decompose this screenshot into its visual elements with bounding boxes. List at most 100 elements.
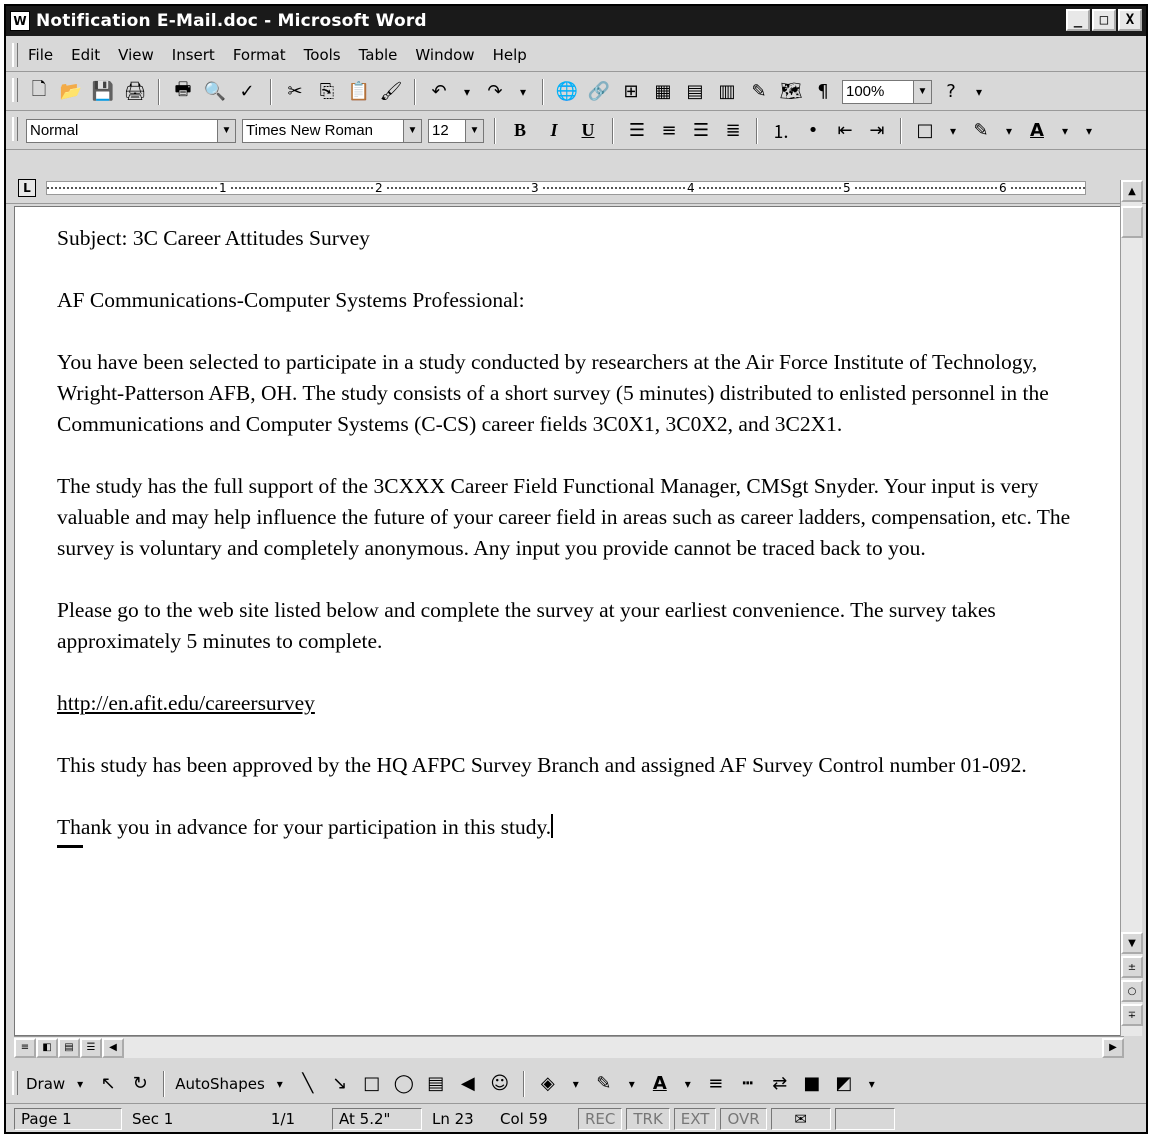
open-icon[interactable]: 📂: [58, 79, 84, 105]
select-objects-icon[interactable]: ↖: [95, 1071, 121, 1097]
free-rotate-icon[interactable]: ↻: [127, 1071, 153, 1097]
drawing-icon[interactable]: ✎: [746, 79, 772, 105]
fill-color-icon[interactable]: ◈: [535, 1071, 561, 1097]
font-color-icon[interactable]: A: [647, 1071, 673, 1097]
toolbar-options-icon[interactable]: ▾: [863, 1071, 881, 1097]
ruler-strip[interactable]: 1 2 3 4 5 6: [46, 181, 1086, 195]
increase-indent-icon[interactable]: ⇥: [864, 118, 890, 144]
spelling-status-icon[interactable]: ✉: [770, 1108, 831, 1130]
zoom-combo[interactable]: 100% ▼: [842, 79, 932, 104]
chevron-down-icon[interactable]: ▾: [71, 1071, 89, 1097]
line-color-icon[interactable]: ✎: [591, 1071, 617, 1097]
chevron-down-icon[interactable]: ▾: [679, 1071, 697, 1097]
toolbar-options-icon[interactable]: ▾: [1080, 118, 1098, 144]
3d-icon[interactable]: ◩: [831, 1071, 857, 1097]
chevron-down-icon[interactable]: ▼: [217, 119, 235, 142]
line-icon[interactable]: ╲: [295, 1071, 321, 1097]
hyperlink-icon[interactable]: 🔗: [586, 79, 612, 105]
status-rec[interactable]: REC: [578, 1108, 623, 1130]
help-icon[interactable]: ?: [938, 79, 964, 105]
underline-button[interactable]: U: [574, 118, 602, 144]
wordart-icon[interactable]: ◀: [455, 1071, 481, 1097]
paste-icon[interactable]: 📋: [346, 79, 372, 105]
clip-art-icon[interactable]: ☺: [487, 1071, 513, 1097]
autoshapes-menu[interactable]: AutoShapes: [175, 1075, 265, 1093]
toolbar-options-icon[interactable]: ▾: [970, 79, 988, 105]
menu-tools[interactable]: Tools: [302, 44, 343, 66]
arrow-icon[interactable]: ↘: [327, 1071, 353, 1097]
maximize-button[interactable]: □: [1092, 9, 1116, 31]
word-doc-icon[interactable]: W: [10, 11, 30, 31]
numbering-icon[interactable]: ⒈: [768, 118, 794, 144]
chevron-down-icon[interactable]: ▾: [567, 1071, 585, 1097]
menu-insert[interactable]: Insert: [170, 44, 217, 66]
horizontal-scrollbar[interactable]: ≡ ◧ ▤ ☰ ◀ ▶: [14, 1036, 1124, 1058]
font-color-icon[interactable]: A: [1024, 118, 1050, 144]
text-box-icon[interactable]: ▤: [423, 1071, 449, 1097]
horizontal-ruler[interactable]: L 1 2 3 4 5 6: [6, 174, 1146, 204]
font-color-dropdown-icon[interactable]: ▾: [1056, 118, 1074, 144]
menu-view[interactable]: View: [116, 44, 156, 66]
outline-view-icon[interactable]: ☰: [80, 1037, 102, 1058]
scroll-thumb[interactable]: [1121, 206, 1143, 238]
oval-icon[interactable]: ◯: [391, 1071, 417, 1097]
web-layout-icon[interactable]: ◧: [36, 1037, 58, 1058]
previous-page-icon[interactable]: ±: [1121, 956, 1143, 978]
print-icon[interactable]: 🖶: [170, 79, 196, 105]
bold-button[interactable]: B: [506, 118, 534, 144]
next-page-icon[interactable]: ∓: [1121, 1004, 1143, 1026]
document-body[interactable]: Subject: 3C Career Attitudes Survey AF C…: [57, 223, 1087, 848]
undo-dropdown-icon[interactable]: ▾: [458, 79, 476, 105]
show-hide-icon[interactable]: ¶: [810, 79, 836, 105]
menu-window[interactable]: Window: [413, 44, 476, 66]
status-ext[interactable]: EXT: [673, 1108, 717, 1130]
scroll-left-icon[interactable]: ◀: [102, 1037, 124, 1058]
document-map-icon[interactable]: 🗺: [778, 79, 804, 105]
print-preview-icon[interactable]: 🔍: [202, 79, 228, 105]
vertical-scrollbar[interactable]: ▲ ▼ ± ○ ∓: [1120, 180, 1143, 1036]
align-right-icon[interactable]: ☰: [688, 118, 714, 144]
chevron-down-icon[interactable]: ▼: [913, 80, 931, 103]
chevron-down-icon[interactable]: ▾: [271, 1071, 289, 1097]
scroll-up-icon[interactable]: ▲: [1121, 180, 1143, 202]
align-left-icon[interactable]: ☰: [624, 118, 650, 144]
title-bar[interactable]: W Notification E-Mail.doc - Microsoft Wo…: [6, 6, 1146, 36]
border-icon[interactable]: □: [912, 118, 938, 144]
spelling-icon[interactable]: ✓: [234, 79, 260, 105]
menu-help[interactable]: Help: [491, 44, 529, 66]
status-ovr[interactable]: OVR: [720, 1108, 767, 1130]
rectangle-icon[interactable]: □: [359, 1071, 385, 1097]
menu-format[interactable]: Format: [231, 44, 288, 66]
document-area[interactable]: Subject: 3C Career Attitudes Survey AF C…: [14, 206, 1124, 1036]
shadow-icon[interactable]: ■: [799, 1071, 825, 1097]
print-layout-icon[interactable]: ▤: [58, 1037, 80, 1058]
italic-button[interactable]: I: [540, 118, 568, 144]
format-painter-icon[interactable]: 🖌: [378, 79, 404, 105]
save-icon[interactable]: 💾: [90, 79, 116, 105]
font-size-combo[interactable]: 12 ▼: [428, 118, 484, 143]
permission-icon[interactable]: 🖨: [122, 79, 148, 105]
normal-view-icon[interactable]: ≡: [14, 1037, 36, 1058]
tab-selector-icon[interactable]: L: [18, 179, 36, 197]
font-combo[interactable]: Times New Roman ▼: [242, 118, 422, 143]
draw-menu[interactable]: Draw: [26, 1075, 65, 1093]
new-document-icon[interactable]: 🗋: [26, 79, 52, 105]
select-browse-object-icon[interactable]: ○: [1121, 980, 1143, 1002]
chevron-down-icon[interactable]: ▾: [623, 1071, 641, 1097]
decrease-indent-icon[interactable]: ⇤: [832, 118, 858, 144]
menu-table[interactable]: Table: [357, 44, 400, 66]
chevron-down-icon[interactable]: ▼: [403, 119, 421, 142]
bullets-icon[interactable]: •: [800, 118, 826, 144]
align-center-icon[interactable]: ≡: [656, 118, 682, 144]
insert-excel-icon[interactable]: ▤: [682, 79, 708, 105]
dash-style-icon[interactable]: ┅: [735, 1071, 761, 1097]
scroll-right-icon[interactable]: ▶: [1102, 1037, 1124, 1058]
minimize-button[interactable]: _: [1066, 9, 1090, 31]
columns-icon[interactable]: ▥: [714, 79, 740, 105]
redo-dropdown-icon[interactable]: ▾: [514, 79, 532, 105]
scroll-down-icon[interactable]: ▼: [1121, 932, 1143, 954]
tables-borders-icon[interactable]: ⊞: [618, 79, 644, 105]
highlight-icon[interactable]: ✎: [968, 118, 994, 144]
undo-icon[interactable]: ↶: [426, 79, 452, 105]
menu-file[interactable]: File: [26, 44, 55, 66]
